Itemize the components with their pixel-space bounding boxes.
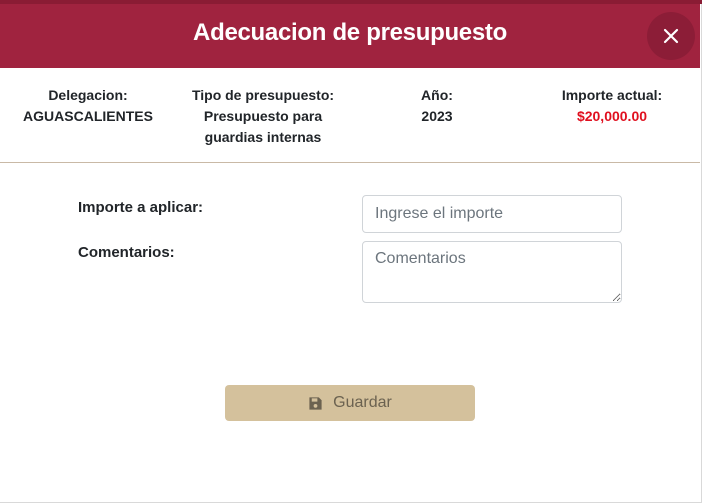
- close-icon: [663, 28, 679, 44]
- importe-actual-label: Importe actual:: [561, 87, 663, 103]
- importe-actual-value: $20,000.00: [576, 108, 648, 124]
- importe-aplicar-label: Importe a aplicar:: [78, 199, 204, 216]
- tipo-presupuesto-info: Tipo de presupuesto: Presupuesto para gu…: [188, 85, 338, 148]
- delegacion-info: Delegacion: AGUASCALIENTES: [18, 85, 158, 127]
- tipo-value-line2: guardias internas: [204, 129, 322, 145]
- tipo-label: Tipo de presupuesto:: [191, 87, 335, 103]
- anio-info: Año: 2023: [392, 85, 482, 127]
- save-label: Guardar: [333, 394, 392, 411]
- modal-title: Adecuacion de presupuesto: [193, 19, 507, 46]
- comentarios-textarea[interactable]: [362, 241, 622, 303]
- header-top-strip: [0, 0, 702, 4]
- importe-actual-info: Importe actual: $20,000.00: [548, 85, 676, 127]
- anio-label: Año:: [421, 87, 453, 103]
- budget-adjustment-modal: Adecuacion de presupuesto Delegacion: AG…: [0, 0, 702, 503]
- tipo-value-line1: Presupuesto para: [203, 108, 323, 124]
- close-button[interactable]: [647, 12, 695, 60]
- anio-value: 2023: [421, 108, 453, 124]
- budget-info-row: Delegacion: AGUASCALIENTES Tipo de presu…: [0, 68, 700, 163]
- delegacion-label: Delegacion:: [48, 87, 128, 103]
- comentarios-label: Comentarios:: [78, 244, 175, 261]
- save-button[interactable]: Guardar: [225, 385, 475, 421]
- floppy-disk-icon: [308, 396, 323, 411]
- delegacion-value: AGUASCALIENTES: [23, 108, 153, 124]
- modal-header: Adecuacion de presupuesto: [0, 0, 702, 68]
- importe-input[interactable]: [362, 195, 622, 233]
